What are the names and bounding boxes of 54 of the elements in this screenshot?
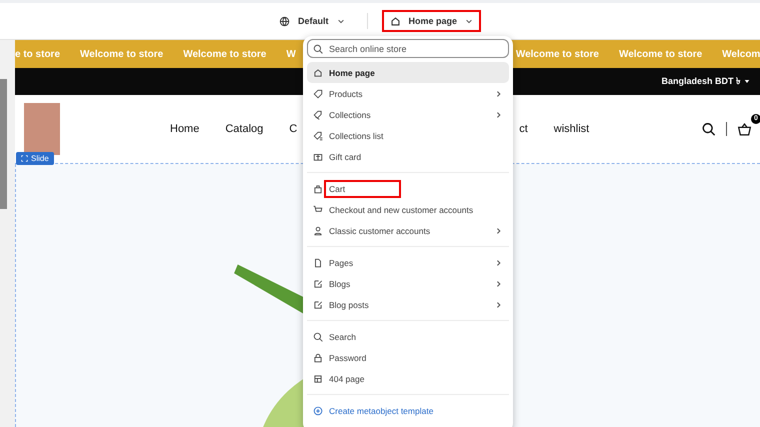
menu-item[interactable]: Create metaobject template [307, 400, 509, 421]
menu-item[interactable]: Collections [307, 104, 509, 125]
search-icon[interactable] [701, 122, 716, 136]
template-dropdown[interactable]: Home page [382, 10, 482, 32]
menu-item[interactable]: Blog posts [307, 294, 509, 315]
menu-item[interactable]: Checkout and new customer accounts [307, 199, 509, 220]
theme-dropdown[interactable]: Default [270, 10, 352, 32]
tags-icon [313, 110, 323, 120]
chevron-down-icon [336, 17, 344, 25]
search-icon [313, 44, 323, 54]
cart-icon [313, 204, 323, 214]
announcement-text: Welcome to store [183, 48, 266, 60]
bag-icon [313, 184, 323, 194]
currency-selector[interactable]: Bangladesh BDT ৳ [655, 73, 756, 90]
gift-card-icon [313, 152, 323, 162]
search-icon [313, 332, 323, 342]
menu-item[interactable]: Search [307, 326, 509, 347]
menu-item[interactable]: Cart [307, 178, 509, 199]
announcement-text: Welcom [722, 48, 760, 60]
house-icon [313, 68, 323, 78]
menu-item[interactable]: Blogs [307, 273, 509, 294]
announcement-text: Welcome to store [80, 48, 164, 60]
house-icon [390, 16, 400, 26]
bag-icon[interactable] [737, 122, 752, 136]
menu-item[interactable]: Gift card [307, 146, 509, 167]
nav-link[interactable]: wishlist [554, 123, 590, 135]
nav-link[interactable]: Catalog [225, 123, 264, 135]
menu-item[interactable]: 404 page [307, 368, 509, 389]
menu-item[interactable]: Password [307, 347, 509, 368]
nav-link[interactable]: Home [170, 123, 200, 135]
menu-item[interactable]: Products [307, 83, 509, 104]
person-icon [313, 226, 323, 236]
menu-item[interactable]: Pages [307, 252, 509, 273]
layout-icon [313, 374, 323, 384]
search-field[interactable]: Search online store [307, 39, 509, 58]
tags-list-icon [313, 130, 323, 140]
chevron-down-icon [465, 17, 474, 25]
menu-item[interactable]: Classic customer accounts [307, 220, 509, 241]
lock-icon [313, 352, 323, 362]
announcement-text: W [286, 48, 296, 60]
nav-link[interactable]: C [289, 123, 298, 135]
page-icon [313, 258, 323, 268]
tag-icon [313, 88, 323, 98]
menu-item[interactable]: Home page [307, 62, 509, 83]
nav-link[interactable]: ct [519, 123, 528, 135]
section-label[interactable]: Slide [16, 152, 54, 165]
globe-icon [278, 16, 290, 26]
announcement-text: e to store [15, 48, 60, 60]
scrollbar[interactable] [0, 79, 7, 209]
menu-item[interactable]: Collections list [307, 125, 509, 146]
announcement-text: Welcome to store [618, 48, 702, 60]
announcement-text: Welcome to store [516, 48, 599, 60]
frame-icon [21, 155, 28, 162]
caret-icon [744, 79, 750, 84]
